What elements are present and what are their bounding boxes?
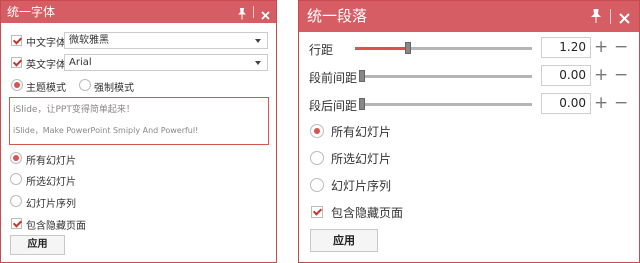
include-hidden-label: 包含隐藏页面 bbox=[331, 206, 404, 220]
chevron-down-icon bbox=[255, 39, 261, 43]
apply-button[interactable]: 应用 bbox=[10, 235, 65, 255]
include-hidden-checkbox[interactable] bbox=[11, 218, 22, 229]
scope-all-radio[interactable] bbox=[310, 124, 324, 138]
space-after-label: 段后间距 bbox=[309, 99, 358, 113]
space-before-input[interactable]: 0.00 bbox=[541, 65, 591, 86]
titlebar-separator bbox=[253, 6, 254, 18]
include-hidden-label: 包含隐藏页面 bbox=[26, 221, 86, 232]
line-spacing-input[interactable]: 1.20 bbox=[541, 37, 591, 58]
en-font-select[interactable]: Arial bbox=[64, 54, 268, 71]
cn-font-value: 微软雅黑 bbox=[69, 35, 109, 46]
theme-mode-label: 主题模式 bbox=[26, 83, 66, 94]
space-after-minus-icon[interactable]: − bbox=[614, 95, 628, 112]
include-hidden-checkbox[interactable] bbox=[311, 206, 323, 218]
space-after-input[interactable]: 0.00 bbox=[541, 93, 591, 114]
space-after-slider[interactable] bbox=[359, 98, 532, 110]
space-before-plus-icon[interactable]: + bbox=[594, 67, 608, 84]
preview-line-en: iSlide，Make PowerPoint Smiply And Powerf… bbox=[13, 126, 199, 135]
cn-font-label: 中文字体 bbox=[26, 38, 66, 49]
scope-sequence-radio[interactable] bbox=[310, 178, 324, 192]
space-after-plus-icon[interactable]: + bbox=[594, 95, 608, 112]
font-panel-title: 统一字体 bbox=[7, 5, 56, 19]
space-after-value: 0.00 bbox=[559, 96, 586, 110]
titlebar-separator bbox=[610, 9, 611, 24]
force-mode-radio[interactable] bbox=[79, 79, 91, 91]
theme-mode-radio[interactable] bbox=[11, 79, 23, 91]
line-spacing-minus-icon[interactable]: − bbox=[614, 39, 628, 56]
scope-selected-radio[interactable] bbox=[10, 173, 22, 185]
space-before-slider[interactable] bbox=[359, 70, 532, 82]
line-spacing-label: 行距 bbox=[309, 43, 334, 57]
en-font-value: Arial bbox=[69, 57, 92, 68]
cn-font-select[interactable]: 微软雅黑 bbox=[64, 32, 268, 49]
line-spacing-fill bbox=[355, 47, 409, 50]
en-font-label: 英文字体 bbox=[26, 60, 66, 71]
line-spacing-slider[interactable] bbox=[355, 42, 532, 54]
scope-all-label: 所有幻灯片 bbox=[26, 156, 76, 167]
scope-sequence-label: 幻灯片序列 bbox=[26, 199, 76, 210]
paragraph-panel: 统一段落 行距 1.20 + − 段前间距 0.00 + − 段后间距 0.00… bbox=[298, 0, 640, 263]
en-font-checkbox[interactable] bbox=[11, 57, 22, 68]
space-before-label: 段前间距 bbox=[309, 71, 358, 85]
force-mode-label: 强制模式 bbox=[94, 83, 134, 94]
space-before-value: 0.00 bbox=[559, 68, 586, 82]
space-after-thumb[interactable] bbox=[359, 98, 365, 110]
scope-selected-label: 所选幻灯片 bbox=[26, 177, 76, 188]
font-panel: 统一字体 中文字体 微软雅黑 英文字体 Arial 主题模式 强制模式 iSli… bbox=[0, 0, 277, 263]
font-panel-titlebar: 统一字体 bbox=[1, 1, 276, 23]
line-spacing-plus-icon[interactable]: + bbox=[594, 39, 608, 56]
scope-selected-radio[interactable] bbox=[310, 151, 324, 165]
chevron-down-icon bbox=[255, 61, 261, 65]
pin-icon[interactable] bbox=[236, 5, 248, 24]
preview-line-cn: iSlide，让PPT变得简单起来！ bbox=[13, 105, 135, 115]
font-preview-box[interactable]: iSlide，让PPT变得简单起来！ iSlide，Make PowerPoin… bbox=[9, 97, 269, 145]
apply-button[interactable]: 应用 bbox=[310, 229, 378, 252]
line-spacing-value: 1.20 bbox=[559, 40, 586, 54]
close-icon[interactable] bbox=[618, 10, 631, 29]
pin-icon[interactable] bbox=[589, 8, 603, 28]
cn-font-checkbox[interactable] bbox=[11, 35, 22, 46]
scope-selected-label: 所选幻灯片 bbox=[331, 152, 392, 166]
line-spacing-thumb[interactable] bbox=[405, 42, 412, 54]
scope-sequence-radio[interactable] bbox=[10, 195, 22, 207]
close-icon[interactable] bbox=[260, 6, 271, 25]
space-before-thumb[interactable] bbox=[359, 70, 365, 82]
scope-sequence-label: 幻灯片序列 bbox=[331, 179, 392, 193]
paragraph-panel-titlebar: 统一段落 bbox=[299, 1, 639, 32]
space-before-minus-icon[interactable]: − bbox=[614, 67, 628, 84]
scope-all-label: 所有幻灯片 bbox=[331, 125, 392, 139]
paragraph-panel-title: 统一段落 bbox=[307, 7, 368, 25]
scope-all-radio[interactable] bbox=[10, 152, 22, 164]
